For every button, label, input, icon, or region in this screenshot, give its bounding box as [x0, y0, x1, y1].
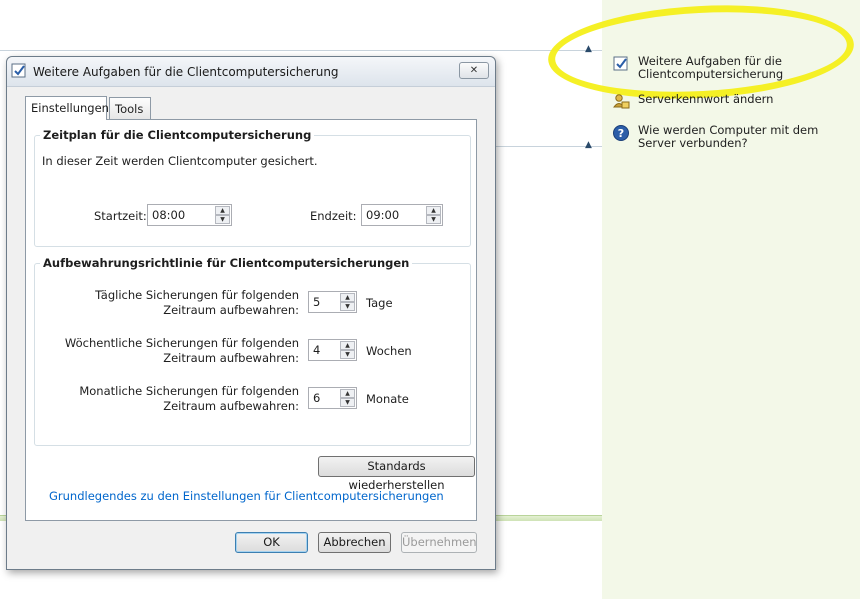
weekly-retention-value: 4 [313, 343, 321, 357]
ok-button[interactable]: OK [235, 532, 308, 553]
spinner-arrows: ▲ ▼ [340, 389, 355, 407]
daily-retention-value: 5 [313, 295, 321, 309]
close-button[interactable]: ✕ [459, 62, 489, 79]
task-how-computers-connect[interactable]: ? Wie werden Computer mit dem Server ver… [612, 124, 828, 150]
schedule-description: In dieser Zeit werden Clientcomputer ges… [42, 154, 318, 168]
daily-retention-spinner[interactable]: 5 ▲ ▼ [308, 291, 357, 313]
monthly-retention-value: 6 [313, 391, 321, 405]
end-time-spinner[interactable]: 09:00 ▲ ▼ [361, 204, 443, 226]
tab-einstellungen[interactable]: Einstellungen [25, 96, 109, 120]
task-label: Serverkennwort ändern [638, 92, 774, 106]
schedule-group: Zeitplan für die Clientcomputersicherung… [34, 128, 471, 247]
spin-up-icon[interactable]: ▲ [340, 389, 355, 398]
collapse-chevron-icon[interactable]: ▲ [585, 140, 592, 150]
spin-up-icon[interactable]: ▲ [340, 341, 355, 350]
schedule-group-title: Zeitplan für die Clientcomputersicherung [40, 128, 315, 142]
spin-down-icon[interactable]: ▼ [340, 398, 355, 407]
start-time-spinner[interactable]: 08:00 ▲ ▼ [147, 204, 232, 226]
spinner-arrows: ▲ ▼ [340, 293, 355, 311]
help-icon: ? [613, 125, 629, 141]
restore-defaults-button[interactable]: Standards wiederherstellen [318, 456, 475, 492]
dialog-titlebar[interactable]: Weitere Aufgaben für die Clientcomputers… [7, 57, 495, 87]
weekly-retention-unit: Wochen [366, 344, 412, 358]
spin-up-icon[interactable]: ▲ [426, 206, 441, 215]
tab-tools[interactable]: Tools [109, 97, 151, 119]
task-more-client-backup[interactable]: Weitere Aufgaben für die Clientcomputers… [612, 55, 828, 81]
background-divider [0, 50, 602, 51]
client-backup-dialog: Weitere Aufgaben für die Clientcomputers… [6, 56, 496, 570]
checkbox-icon [11, 63, 26, 78]
spin-down-icon[interactable]: ▼ [215, 215, 230, 224]
spin-up-icon[interactable]: ▲ [215, 206, 230, 215]
svg-text:?: ? [618, 127, 624, 140]
spin-down-icon[interactable]: ▼ [340, 350, 355, 359]
monthly-retention-label: Monatliche Sicherungen für folgenden Zei… [79, 384, 299, 413]
spin-down-icon[interactable]: ▼ [426, 215, 441, 224]
apply-button[interactable]: Übernehmen [401, 532, 477, 553]
checkbox-icon [613, 56, 628, 71]
task-label: Weitere Aufgaben für die Clientcomputers… [638, 54, 784, 81]
weekly-retention-label: Wöchentliche Sicherungen für folgenden Z… [64, 336, 299, 365]
start-time-value: 08:00 [152, 208, 186, 222]
monthly-retention-spinner[interactable]: 6 ▲ ▼ [308, 387, 357, 409]
dialog-title: Weitere Aufgaben für die Clientcomputers… [33, 65, 339, 79]
help-link[interactable]: Grundlegendes zu den Einstellungen für C… [49, 489, 444, 503]
monthly-retention-unit: Monate [366, 392, 409, 406]
daily-retention-unit: Tage [366, 296, 393, 310]
end-time-value: 09:00 [366, 208, 400, 222]
users-key-icon [613, 94, 630, 109]
retention-group: Aufbewahrungsrichtlinie für Clientcomput… [34, 256, 471, 446]
spin-down-icon[interactable]: ▼ [340, 302, 355, 311]
spin-up-icon[interactable]: ▲ [340, 293, 355, 302]
spinner-arrows: ▲ ▼ [340, 341, 355, 359]
end-time-label: Endzeit: [310, 209, 357, 223]
settings-panel: Zeitplan für die Clientcomputersicherung… [25, 119, 477, 521]
retention-group-title: Aufbewahrungsrichtlinie für Clientcomput… [40, 256, 413, 270]
spinner-arrows: ▲ ▼ [215, 206, 230, 224]
cancel-button[interactable]: Abbrechen [318, 532, 391, 553]
spinner-arrows: ▲ ▼ [426, 206, 441, 224]
task-change-server-password[interactable]: Serverkennwort ändern [612, 93, 828, 111]
start-time-label: Startzeit: [94, 209, 147, 223]
weekly-retention-spinner[interactable]: 4 ▲ ▼ [308, 339, 357, 361]
task-label: Wie werden Computer mit dem Server verbu… [638, 123, 819, 150]
daily-retention-label: Tägliche Sicherungen für folgenden Zeitr… [95, 288, 299, 317]
